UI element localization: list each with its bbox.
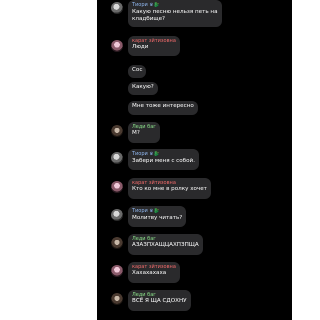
message-bubble-6[interactable]: Леди баг М? [128, 122, 160, 143]
message-text: Хахахахаха [132, 270, 167, 276]
sender-name-tiori: Тиори ♛🐉 [132, 151, 160, 157]
message-text: АЗАЗПХАЩЦАХПЗПЩА [132, 242, 199, 248]
message-bubble-2[interactable]: карат зйтизовна Люди [128, 36, 180, 56]
avatar-karat[interactable] [111, 265, 123, 277]
message-text: Молитву читать? [132, 215, 183, 221]
message-text: ВСЁ Я ЩА СДОХНУ [132, 298, 187, 304]
avatar-karat[interactable] [111, 181, 123, 193]
avatar-ledi[interactable] [111, 237, 123, 249]
message-bubble-8[interactable]: карат зйтизовна Кто ко мне в ролку хочет [128, 178, 211, 199]
message-text: кладбище? [132, 16, 166, 22]
chat-view: Тиори ♛🐉 Какую песню нельзя петь на клад… [97, 0, 292, 320]
message-text: Мне тоже интересно [132, 103, 194, 109]
dragon-badge-icon: 🐉 [153, 3, 160, 8]
avatar-karat[interactable] [111, 40, 123, 52]
message-bubble-4[interactable]: Какую? [128, 82, 158, 95]
avatar-tiori[interactable] [111, 2, 123, 14]
message-bubble-5[interactable]: Мне тоже интересно [128, 101, 198, 115]
sender-name-tiori: Тиори ♛🐉 [132, 208, 160, 214]
message-text: М? [132, 130, 140, 136]
message-bubble-10[interactable]: Леди баг АЗАЗПХАЩЦАХПЗПЩА [128, 234, 203, 255]
avatar-ledi[interactable] [111, 293, 123, 305]
avatar-tiori[interactable] [111, 152, 123, 164]
message-text: Сос [132, 67, 143, 73]
avatar-ledi[interactable] [111, 125, 123, 137]
message-bubble-7[interactable]: Тиори ♛🐉 Забери меня с собой. [128, 149, 199, 170]
message-bubble-1[interactable]: Тиори ♛🐉 Какую песню нельзя петь на клад… [128, 0, 222, 27]
avatar-tiori[interactable] [111, 209, 123, 221]
dragon-badge-icon: 🐉 [153, 152, 160, 157]
message-bubble-3[interactable]: Сос [128, 65, 147, 78]
message-text: Забери меня с собой. [132, 158, 195, 164]
message-text: Какую песню нельзя петь на [132, 9, 218, 15]
message-text: Кто ко мне в ролку хочет [132, 186, 207, 192]
sender-name-tiori: Тиори ♛🐉 [132, 2, 160, 8]
message-bubble-9[interactable]: Тиори ♛🐉 Молитву читать? [128, 206, 187, 227]
message-text: Люди [132, 44, 149, 50]
message-bubble-12[interactable]: Леди баг ВСЁ Я ЩА СДОХНУ [128, 290, 191, 311]
dragon-badge-icon: 🐉 [153, 209, 160, 214]
message-bubble-11[interactable]: карат зйтизовна Хахахахаха [128, 262, 180, 283]
message-text: Какую? [132, 84, 154, 90]
